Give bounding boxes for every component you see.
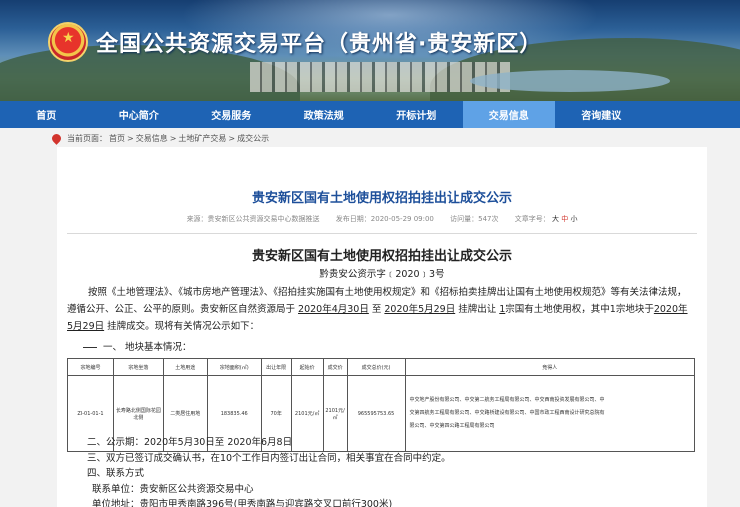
article-card: 贵安新区国有土地使用权招拍挂出让成交公示 来源：贵安新区公共资源交易中心数据推送… xyxy=(57,147,707,507)
section-contact-heading: 四、联系方式 xyxy=(87,468,145,479)
meta-published: 发布日期：2020-05-29 09:00 xyxy=(335,215,434,223)
nav-item-services[interactable]: 交易服务 xyxy=(185,101,278,128)
breadcrumb-land-mineral[interactable]: 土地矿产交易 xyxy=(178,133,226,144)
breadcrumb-separator: > xyxy=(228,133,236,143)
intro-text: 挂牌成交。现将有关情况公示如下： xyxy=(104,321,260,332)
column-header: 出让年限 xyxy=(260,358,292,376)
date-end: 2020年5月29日 xyxy=(384,304,456,315)
column-header: 土地用途 xyxy=(162,358,208,376)
nav-item-about[interactable]: 中心简介 xyxy=(93,101,186,128)
breadcrumb-home[interactable]: 首页 xyxy=(109,133,125,144)
banner-lake xyxy=(470,70,670,92)
cell-start-price: 2101元/㎡ xyxy=(290,375,324,452)
banner-houses xyxy=(250,62,510,92)
section-contract: 三、双方已签订成交确认书，在10个工作日内签订出让合同，相关事宜在合同中约定。 xyxy=(87,453,451,464)
main-nav: 首页 中心简介 交易服务 政策法规 开标计划 交易信息 咨询建议 xyxy=(0,101,740,128)
cell-total: 965595753.65 xyxy=(346,375,406,452)
nav-item-bid-plan[interactable]: 开标计划 xyxy=(370,101,463,128)
nav-item-trade-info[interactable]: 交易信息 xyxy=(462,101,555,128)
nav-item-home[interactable]: 首页 xyxy=(0,101,93,128)
article-title: 贵安新区国有土地使用权招拍挂出让成交公示 xyxy=(251,249,512,264)
cell-bidders: 中交地产股份有限公司、中交第二航务工程局有限公司、中交西南投资发展有限公司、中 … xyxy=(404,375,696,452)
breadcrumb-separator: > xyxy=(127,133,134,143)
heading-dash xyxy=(83,347,97,348)
column-header: 成交价 xyxy=(322,358,348,376)
column-header: 成交总价(元) xyxy=(346,358,406,376)
column-header: 宗地编号 xyxy=(67,358,114,376)
font-size-small-button[interactable]: 小 xyxy=(570,215,577,223)
document-number: 黔贵安公资示字﹝2020﹞3号 xyxy=(319,269,445,280)
site-title: 全国公共资源交易平台（贵州省·贵安新区） xyxy=(96,32,543,57)
contact-unit: 联系单位：贵安新区公共资源交易中心 xyxy=(92,484,254,495)
breadcrumb-prefix: 当前页面： xyxy=(67,133,107,143)
divider xyxy=(67,233,697,234)
contact-address: 单位地址：贵阳市甲秀南路396号(甲秀南路与迎宾路交叉口前行300米) xyxy=(92,499,393,507)
meta-font-label: 文章字号： xyxy=(514,215,550,223)
meta-source: 来源：贵安新区公共资源交易中心数据推送 xyxy=(186,215,320,223)
section-publicity-period: 二、公示期：2020年5月30日至 2020年6月8日 xyxy=(87,437,293,448)
intro-text: 至 xyxy=(368,304,385,315)
breadcrumb-deal-notice[interactable]: 成交公示 xyxy=(237,133,269,144)
meta-views: 访问量：547次 xyxy=(450,215,499,223)
article-meta: 来源：贵安新区公共资源交易中心数据推送 发布日期：2020-05-29 09:0… xyxy=(57,214,707,224)
column-header: 宗地面积(㎡) xyxy=(206,358,262,376)
national-emblem-icon xyxy=(48,22,88,62)
date-start: 2020年4月30日 xyxy=(298,304,369,315)
page-title: 贵安新区国有土地使用权招拍挂出让成交公示 xyxy=(251,191,512,206)
location-pin-icon xyxy=(50,131,63,145)
intro-paragraph: 按照《土地管理法》、《城市房地产管理法》、《招拍挂实施国有土地使用权规定》和《招… xyxy=(67,284,692,335)
font-size-large-button[interactable]: 大 xyxy=(552,215,559,223)
site-banner: 全国公共资源交易平台（贵州省·贵安新区） xyxy=(0,0,740,101)
nav-item-policy[interactable]: 政策法规 xyxy=(278,101,371,128)
bidder-line: 限公司、中交第四公路工程局有限公司 xyxy=(409,423,495,429)
bidder-line: 中交地产股份有限公司、中交第二航务工程局有限公司、中交西南投资发展有限公司、中 xyxy=(409,397,605,403)
font-size-medium-button[interactable]: 中 xyxy=(561,215,568,223)
cell-deal-price: 2101元/㎡ xyxy=(322,375,348,452)
table-header-row: 宗地编号 宗地坐落 土地用途 宗地面积(㎡) 出让年限 起始价 成交价 成交总价… xyxy=(67,358,696,376)
breadcrumb-separator: > xyxy=(169,133,177,143)
section-heading-text: 一、 地块基本情况： xyxy=(103,342,192,353)
breadcrumb: 当前页面： 首页 > 交易信息 > 土地矿产交易 > 成交公示 xyxy=(50,131,269,145)
section-heading-parcels: 一、 地块基本情况： xyxy=(83,339,192,353)
column-header: 宗地坐落 xyxy=(112,358,164,376)
breadcrumb-trade-info[interactable]: 交易信息 xyxy=(136,133,168,144)
nav-item-consult[interactable]: 咨询建议 xyxy=(555,101,648,128)
bidder-line: 交第四航务工程局有限公司、中交路桥建设有限公司、中国市政工程西南设计研究总院有 xyxy=(409,410,605,416)
column-header: 起始价 xyxy=(290,358,324,376)
intro-text: 挂牌出让 xyxy=(455,304,500,315)
column-header: 竞得人 xyxy=(404,358,696,376)
intro-text: 宗国有土地使用权，其中1宗地块于 xyxy=(505,304,654,315)
